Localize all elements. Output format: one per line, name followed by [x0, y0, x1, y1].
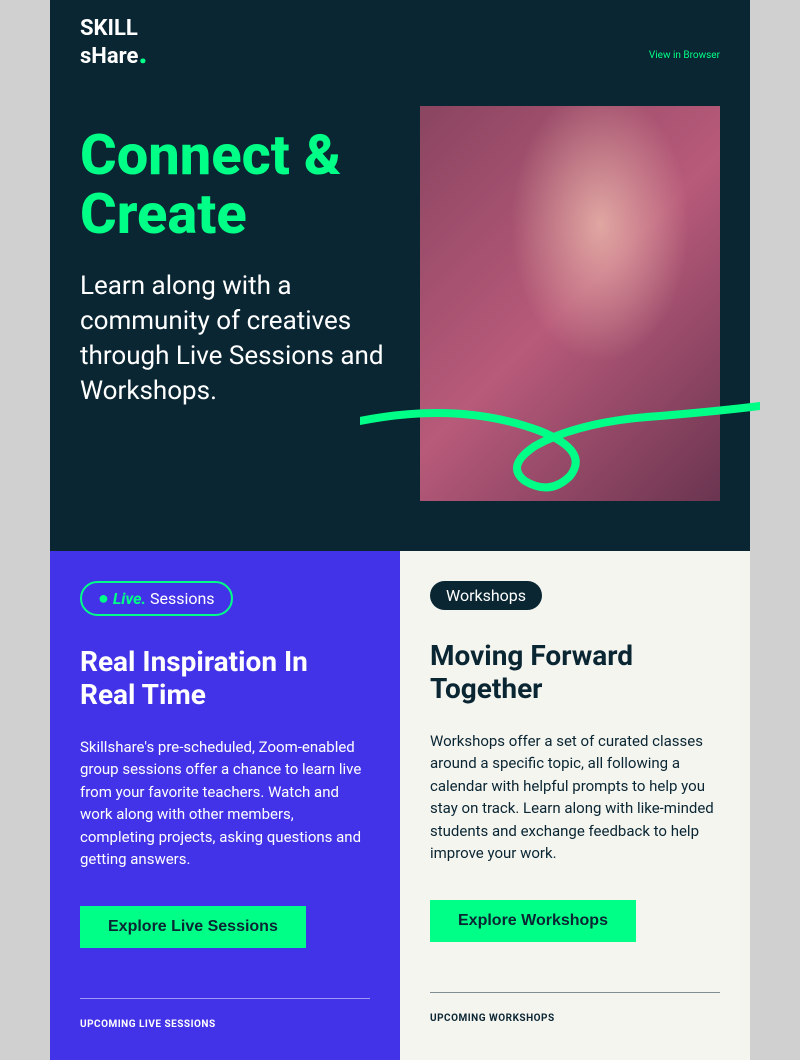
workshops-description: Workshops offer a set of curated classes…: [430, 730, 720, 865]
logo-dot-icon: .: [138, 33, 147, 71]
logo-text-1: SKILL: [80, 16, 138, 41]
sessions-badge-text: Sessions: [150, 589, 215, 608]
live-dot-icon: ●: [98, 588, 109, 609]
hero-subtitle: Learn along with a community of creative…: [80, 269, 390, 409]
email-container: SKILL sHare. View in Browser Connect & C…: [50, 0, 750, 1060]
upcoming-workshops-label: UPCOMING WORKSHOPS: [430, 1013, 720, 1024]
live-description: Skillshare's pre-scheduled, Zoom-enabled…: [80, 736, 370, 871]
divider: [80, 998, 370, 999]
live-sessions-column: ● Live. Sessions Real Inspiration In Rea…: [50, 551, 400, 1059]
divider: [430, 992, 720, 993]
hero-image: [420, 106, 720, 501]
workshops-title: Moving Forward Together: [430, 640, 720, 704]
upcoming-live-label: UPCOMING LIVE SESSIONS: [80, 1019, 370, 1030]
swoosh-graphic: [360, 381, 760, 511]
workshops-column: Workshops Moving Forward Together Worksh…: [400, 551, 750, 1059]
hero-section: Connect & Create Learn along with a comm…: [50, 86, 750, 551]
hero-title: Connect & Create: [80, 126, 390, 244]
explore-workshops-button[interactable]: Explore Workshops: [430, 900, 636, 942]
live-title: Real Inspiration In Real Time: [80, 646, 370, 710]
live-badge: ● Live. Sessions: [80, 581, 233, 616]
columns-section: ● Live. Sessions Real Inspiration In Rea…: [50, 551, 750, 1059]
hero-text-block: Connect & Create Learn along with a comm…: [80, 106, 390, 501]
header: SKILL sHare. View in Browser: [50, 0, 750, 86]
workshops-badge: Workshops: [430, 581, 542, 610]
logo[interactable]: SKILL sHare.: [80, 20, 148, 66]
logo-text-2: sHare: [80, 44, 138, 69]
live-badge-text: Live.: [113, 589, 146, 608]
view-in-browser-link[interactable]: View in Browser: [649, 50, 720, 61]
explore-live-button[interactable]: Explore Live Sessions: [80, 906, 306, 948]
